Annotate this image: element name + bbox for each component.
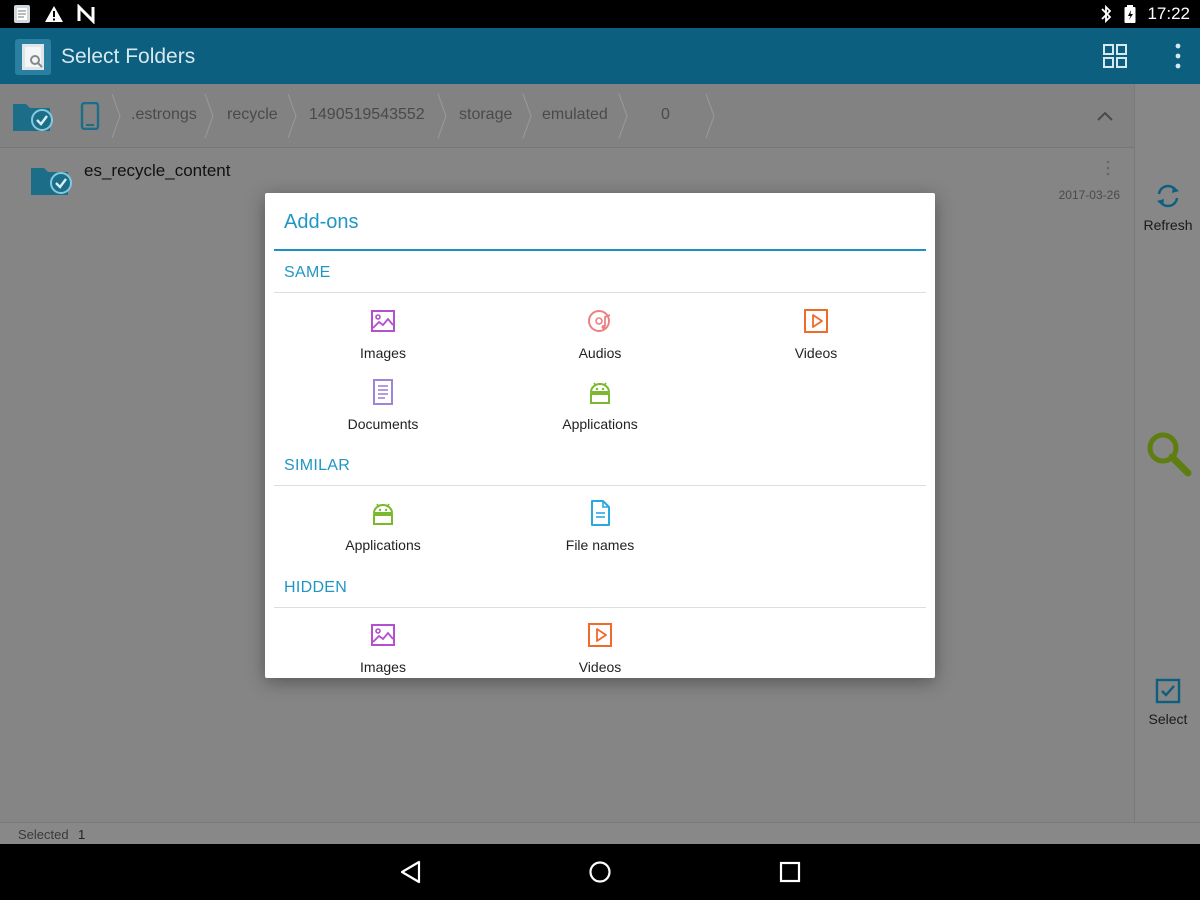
tile-label: Images [360, 659, 406, 675]
breadcrumb-separator [437, 94, 447, 138]
tile-label: Images [360, 345, 406, 361]
audio-disc-icon [588, 310, 611, 332]
home-icon[interactable] [588, 860, 612, 884]
refresh-icon [1157, 184, 1179, 208]
app-logo-icon[interactable] [15, 39, 51, 75]
document-icon [373, 379, 393, 405]
notepad-icon [14, 5, 30, 23]
section-divider [274, 292, 926, 293]
selection-footer: Selected 1 [0, 822, 1200, 844]
similar-applications-tile[interactable]: Applications [303, 498, 463, 553]
tile-label: Audios [578, 345, 622, 361]
breadcrumb: .estrongs recycle 1490519543552 storage … [0, 84, 1134, 148]
tile-label: Videos [578, 659, 622, 675]
video-icon [804, 309, 828, 333]
app-bar: Select Folders [0, 28, 1200, 84]
select-button[interactable]: Select [1135, 678, 1200, 727]
tile-label: Applications [562, 416, 638, 432]
selected-label: Selected [18, 827, 69, 842]
side-panel: Refresh Select [1134, 84, 1200, 822]
navigation-bar [0, 844, 1200, 900]
addons-dialog: Add-ons SAME Images Audios Videos Docume… [265, 193, 935, 678]
chevron-up-icon[interactable] [1096, 110, 1114, 122]
hidden-images-tile[interactable]: Images [303, 620, 463, 675]
android-icon [373, 503, 393, 525]
more-options-icon[interactable] [1174, 42, 1182, 70]
same-images-tile[interactable]: Images [303, 306, 463, 361]
crumb-emulated[interactable]: emulated [542, 106, 608, 124]
breadcrumb-separator [522, 94, 532, 138]
breadcrumb-separator [618, 94, 628, 138]
tile-label: Documents [347, 416, 419, 432]
checkbox-icon [1155, 678, 1181, 704]
select-label: Select [1148, 711, 1188, 727]
android-icon [590, 382, 610, 404]
recents-icon[interactable] [779, 860, 801, 884]
hidden-videos-tile[interactable]: Videos [520, 620, 680, 675]
selected-count: 1 [78, 827, 86, 842]
crumb-recycle[interactable]: recycle [227, 106, 278, 124]
refresh-button[interactable]: Refresh [1135, 182, 1200, 233]
image-icon [371, 624, 395, 646]
search-button[interactable] [1135, 429, 1200, 480]
breadcrumb-separator [287, 94, 297, 138]
section-heading-hidden: HIDDEN [284, 579, 348, 596]
phone-icon[interactable] [80, 102, 100, 130]
warning-icon [45, 6, 63, 22]
same-audios-tile[interactable]: Audios [520, 306, 680, 361]
similar-filenames-tile[interactable]: File names [520, 498, 680, 553]
video-icon [588, 623, 612, 647]
n-badge-icon [77, 4, 95, 24]
crumb-estrongs[interactable]: .estrongs [131, 106, 197, 124]
crumb-zero[interactable]: 0 [661, 106, 670, 124]
crumb-storage[interactable]: storage [459, 106, 512, 124]
file-name-icon [591, 500, 610, 526]
bluetooth-icon [1101, 4, 1112, 24]
image-icon [371, 310, 395, 332]
tile-label: Applications [345, 537, 421, 553]
tile-label: File names [565, 537, 635, 553]
tile-label: Videos [794, 345, 838, 361]
dialog-title: Add-ons [284, 211, 359, 233]
folder-check-icon[interactable] [12, 98, 54, 134]
battery-icon [1124, 5, 1136, 23]
back-icon[interactable] [399, 860, 423, 884]
folder-check-icon [31, 168, 72, 195]
same-videos-tile[interactable]: Videos [736, 306, 896, 361]
page-title: Select Folders [61, 45, 196, 68]
section-heading-similar: SIMILAR [284, 457, 351, 474]
search-icon [1147, 432, 1192, 477]
section-heading-same: SAME [284, 264, 331, 281]
file-name: es_recycle_content [84, 161, 231, 180]
item-menu-icon[interactable] [1106, 160, 1110, 176]
refresh-label: Refresh [1143, 217, 1193, 233]
breadcrumb-separator [204, 94, 214, 138]
grid-view-icon[interactable] [1102, 43, 1128, 69]
same-documents-tile[interactable]: Documents [303, 377, 463, 432]
breadcrumb-separator [111, 94, 121, 138]
section-divider [274, 485, 926, 486]
clock: 17:22 [1147, 4, 1190, 23]
status-bar: 17:22 [0, 0, 1200, 28]
section-divider [274, 607, 926, 608]
file-date: 2017-03-26 [1058, 188, 1120, 202]
breadcrumb-separator [705, 94, 715, 138]
crumb-timestamp[interactable]: 1490519543552 [309, 106, 425, 124]
dialog-title-divider [274, 249, 926, 251]
same-applications-tile[interactable]: Applications [520, 377, 680, 432]
